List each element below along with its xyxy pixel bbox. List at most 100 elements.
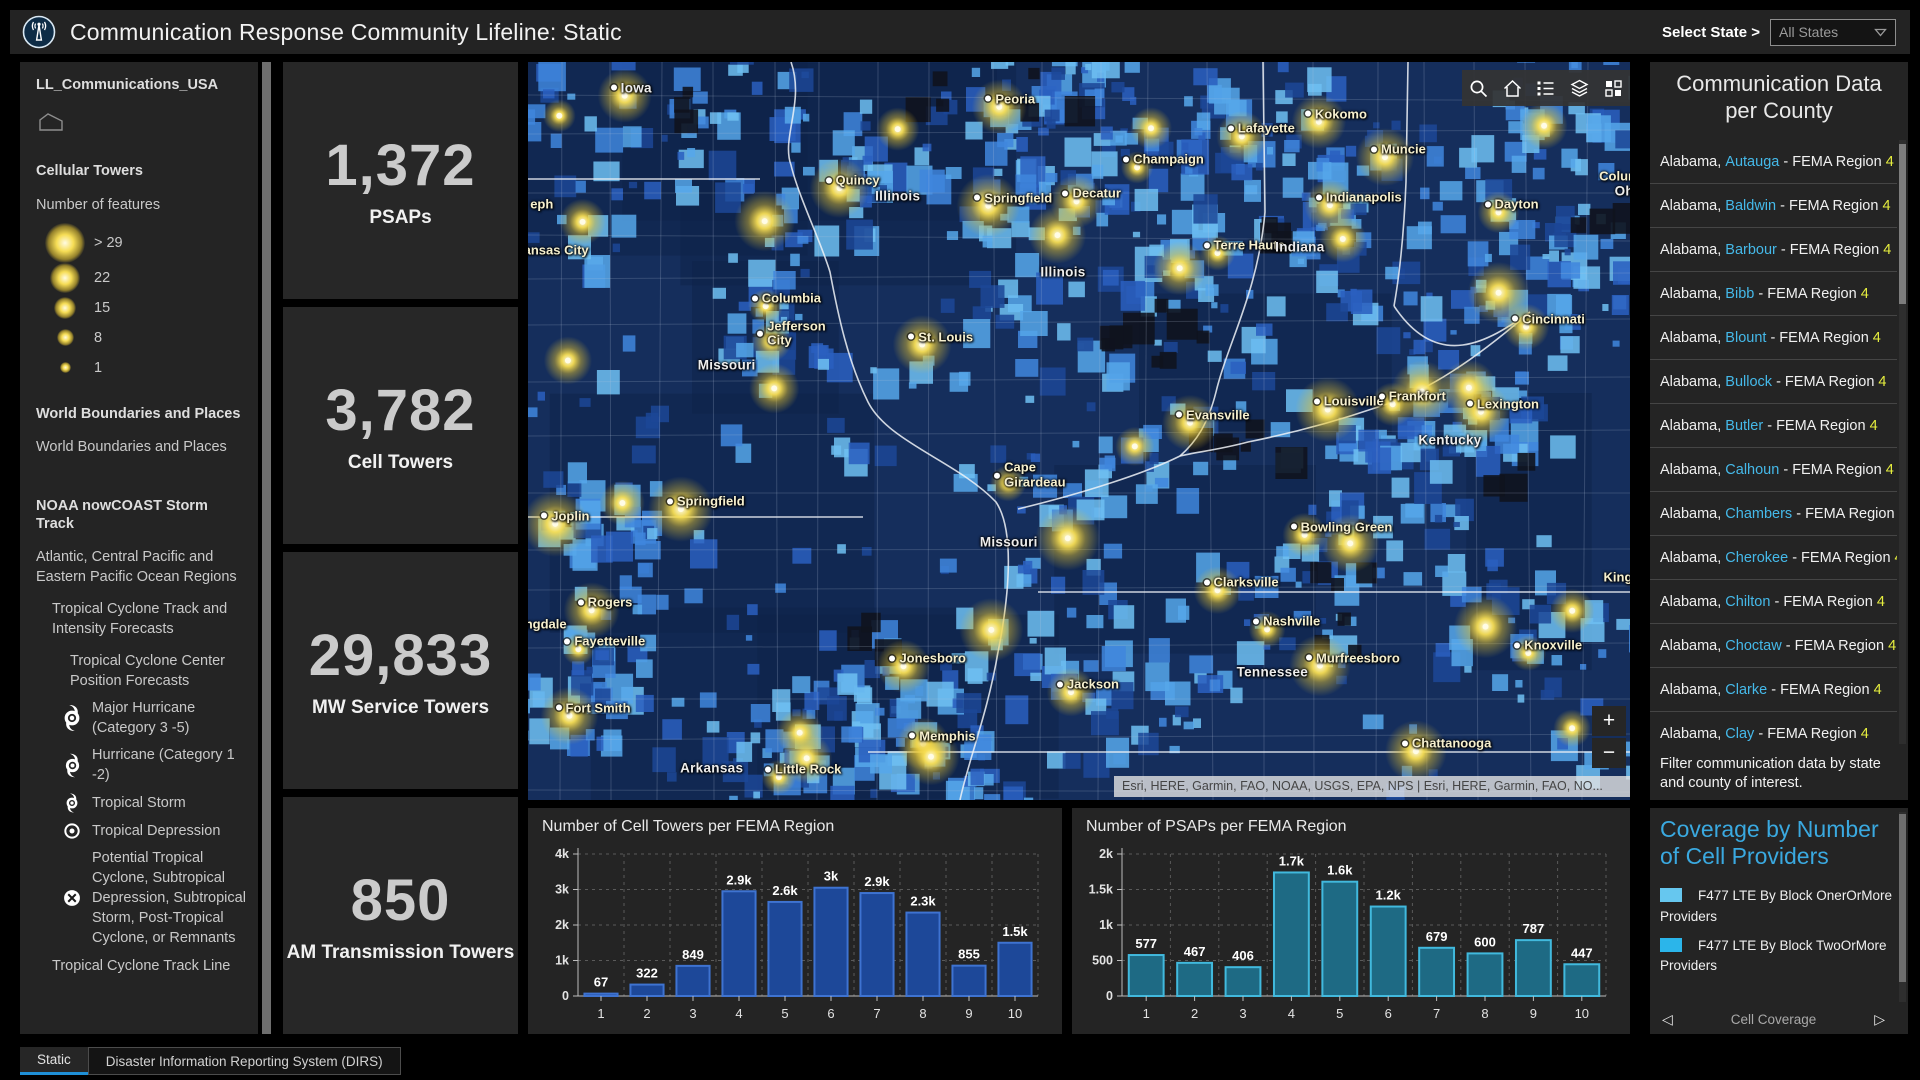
bar (630, 985, 663, 996)
chart-title: Number of Cell Towers per FEMA Region (528, 808, 1062, 836)
legend-group-title: World Boundaries and Places (36, 405, 248, 424)
tab-static[interactable]: Static (20, 1047, 88, 1075)
x-tick-label: 1 (1143, 1006, 1150, 1021)
county-row[interactable]: Alabama, Bullock - FEMA Region 4 (1650, 360, 1897, 404)
county-row[interactable]: Alabama, Autauga - FEMA Region 4 (1650, 140, 1897, 184)
county-row[interactable]: Alabama, Choctaw - FEMA Region 4 (1650, 624, 1897, 668)
fema-region-number: 4 (1886, 462, 1894, 478)
page-title: Communication Response Community Lifelin… (70, 19, 622, 46)
layers-icon[interactable] (1567, 75, 1593, 101)
map[interactable]: IowaPeoriaKokomoLafayetteMuncieChampaign… (528, 62, 1630, 800)
bar-value-label: 322 (636, 966, 658, 981)
legend-item: World Boundaries and Places (36, 437, 248, 457)
coverage-swatch (1660, 888, 1682, 902)
county-name: Calhoun (1725, 462, 1779, 478)
app-logo-radio-tower-icon (22, 15, 56, 49)
city-dot (826, 177, 832, 183)
x-tick-label: 3 (689, 1006, 696, 1021)
bar-value-label: 2.6k (772, 883, 798, 898)
size-class-label: 22 (94, 268, 110, 288)
county-row[interactable]: Alabama, Chambers - FEMA Region 4 (1650, 492, 1897, 536)
county-name: Bibb (1725, 286, 1754, 302)
map-label: Decatur (1062, 186, 1120, 201)
scrollbar-thumb[interactable] (262, 62, 271, 1034)
map-toolbar (1462, 70, 1630, 106)
x-tick-label: 8 (1481, 1006, 1488, 1021)
map-label: Columbia (752, 291, 821, 306)
zoom-out-button[interactable]: − (1592, 738, 1626, 768)
layer-subtitle: Number of features (36, 195, 248, 215)
x-tick-label: 8 (919, 1006, 926, 1021)
county-name: Blount (1725, 330, 1766, 346)
basemap-icon[interactable] (1600, 75, 1626, 101)
x-tick-label: 5 (781, 1006, 788, 1021)
major-hurricane-icon (52, 703, 92, 733)
chevron-down-icon (1874, 28, 1887, 37)
x-tick-label: 1 (597, 1006, 604, 1021)
county-row[interactable]: Alabama, Clarke - FEMA Region 4 (1650, 668, 1897, 712)
zoom-in-button[interactable]: + (1592, 706, 1626, 736)
city-dot (1291, 524, 1297, 530)
county-row[interactable]: Alabama, Calhoun - FEMA Region 4 (1650, 448, 1897, 492)
county-row[interactable]: Alabama, Chilton - FEMA Region 4 (1650, 580, 1897, 624)
legend-scrollbar[interactable] (262, 62, 271, 1034)
stat-value: 3,782 (325, 377, 475, 444)
city-dot (1305, 111, 1311, 117)
city-dot (1402, 740, 1408, 746)
tab-dirs[interactable]: Disaster Information Reporting System (D… (88, 1047, 401, 1075)
county-row[interactable]: Alabama, Cherokee - FEMA Region 4 (1650, 536, 1897, 580)
bar (1371, 907, 1406, 996)
bar (676, 966, 709, 996)
pager-previous-icon[interactable]: ◁ (1650, 1011, 1685, 1028)
county-row[interactable]: Alabama, Clay - FEMA Region 4 (1650, 712, 1897, 744)
bar (1274, 872, 1309, 996)
map-label: Chattanooga (1402, 736, 1491, 751)
city-dot (541, 513, 547, 519)
map-label: Missouri (980, 534, 1038, 549)
size-class-row: 15 (36, 293, 248, 323)
bar (1516, 940, 1551, 996)
scrollbar-thumb[interactable] (1899, 144, 1906, 304)
city-dot (1485, 201, 1491, 207)
search-icon[interactable] (1466, 75, 1492, 101)
x-tick-label: 10 (1575, 1006, 1589, 1021)
county-row[interactable]: Alabama, Butler - FEMA Region 4 (1650, 404, 1897, 448)
county-row[interactable]: Alabama, Baldwin - FEMA Region 4 (1650, 184, 1897, 228)
city-dot (889, 655, 895, 661)
map-label: Iowa (611, 80, 652, 95)
map-label: ngdale (528, 617, 567, 632)
map-label: eph (530, 196, 553, 211)
city-dot (564, 638, 570, 644)
home-icon[interactable] (1499, 75, 1525, 101)
county-row[interactable]: Alabama, Barbour - FEMA Region 4 (1650, 228, 1897, 272)
scrollbar-thumb[interactable] (1899, 814, 1906, 982)
map-label: Louisville (1314, 394, 1384, 409)
bar-value-label: 406 (1232, 948, 1254, 963)
legend-icon[interactable] (1533, 75, 1559, 101)
county-row[interactable]: Alabama, Blount - FEMA Region 4 (1650, 316, 1897, 360)
county-name: Baldwin (1725, 198, 1776, 214)
bar (998, 943, 1031, 996)
state-dropdown-value: All States (1779, 24, 1838, 40)
map-label: Kingsp (1604, 570, 1630, 585)
pager-next-icon[interactable]: ▷ (1862, 1011, 1897, 1028)
map-label: Illinois (1040, 265, 1085, 280)
county-row[interactable]: Alabama, Bibb - FEMA Region 4 (1650, 272, 1897, 316)
svg-text:1k: 1k (1099, 918, 1113, 932)
storm-legend-label: Tropical Depression (92, 821, 248, 841)
city-dot (1176, 412, 1182, 418)
x-tick-label: 2 (1191, 1006, 1198, 1021)
state-dropdown[interactable]: All States (1770, 19, 1896, 46)
stat-card: 29,833MW Service Towers (283, 552, 518, 789)
city-dot (757, 331, 763, 337)
chart-title: Number of PSAPs per FEMA Region (1072, 808, 1630, 836)
svg-text:0: 0 (562, 989, 569, 1003)
bar-value-label: 447 (1571, 945, 1593, 960)
bar (1468, 953, 1503, 996)
fema-region-number: 4 (1895, 550, 1897, 566)
stat-value: 850 (351, 867, 451, 934)
x-tick-label: 7 (1433, 1006, 1440, 1021)
storm-legend-label: Tropical Storm (92, 793, 248, 813)
county-list[interactable]: Alabama, Autauga - FEMA Region 4Alabama,… (1650, 140, 1897, 744)
map-label: Dayton (1485, 197, 1539, 212)
